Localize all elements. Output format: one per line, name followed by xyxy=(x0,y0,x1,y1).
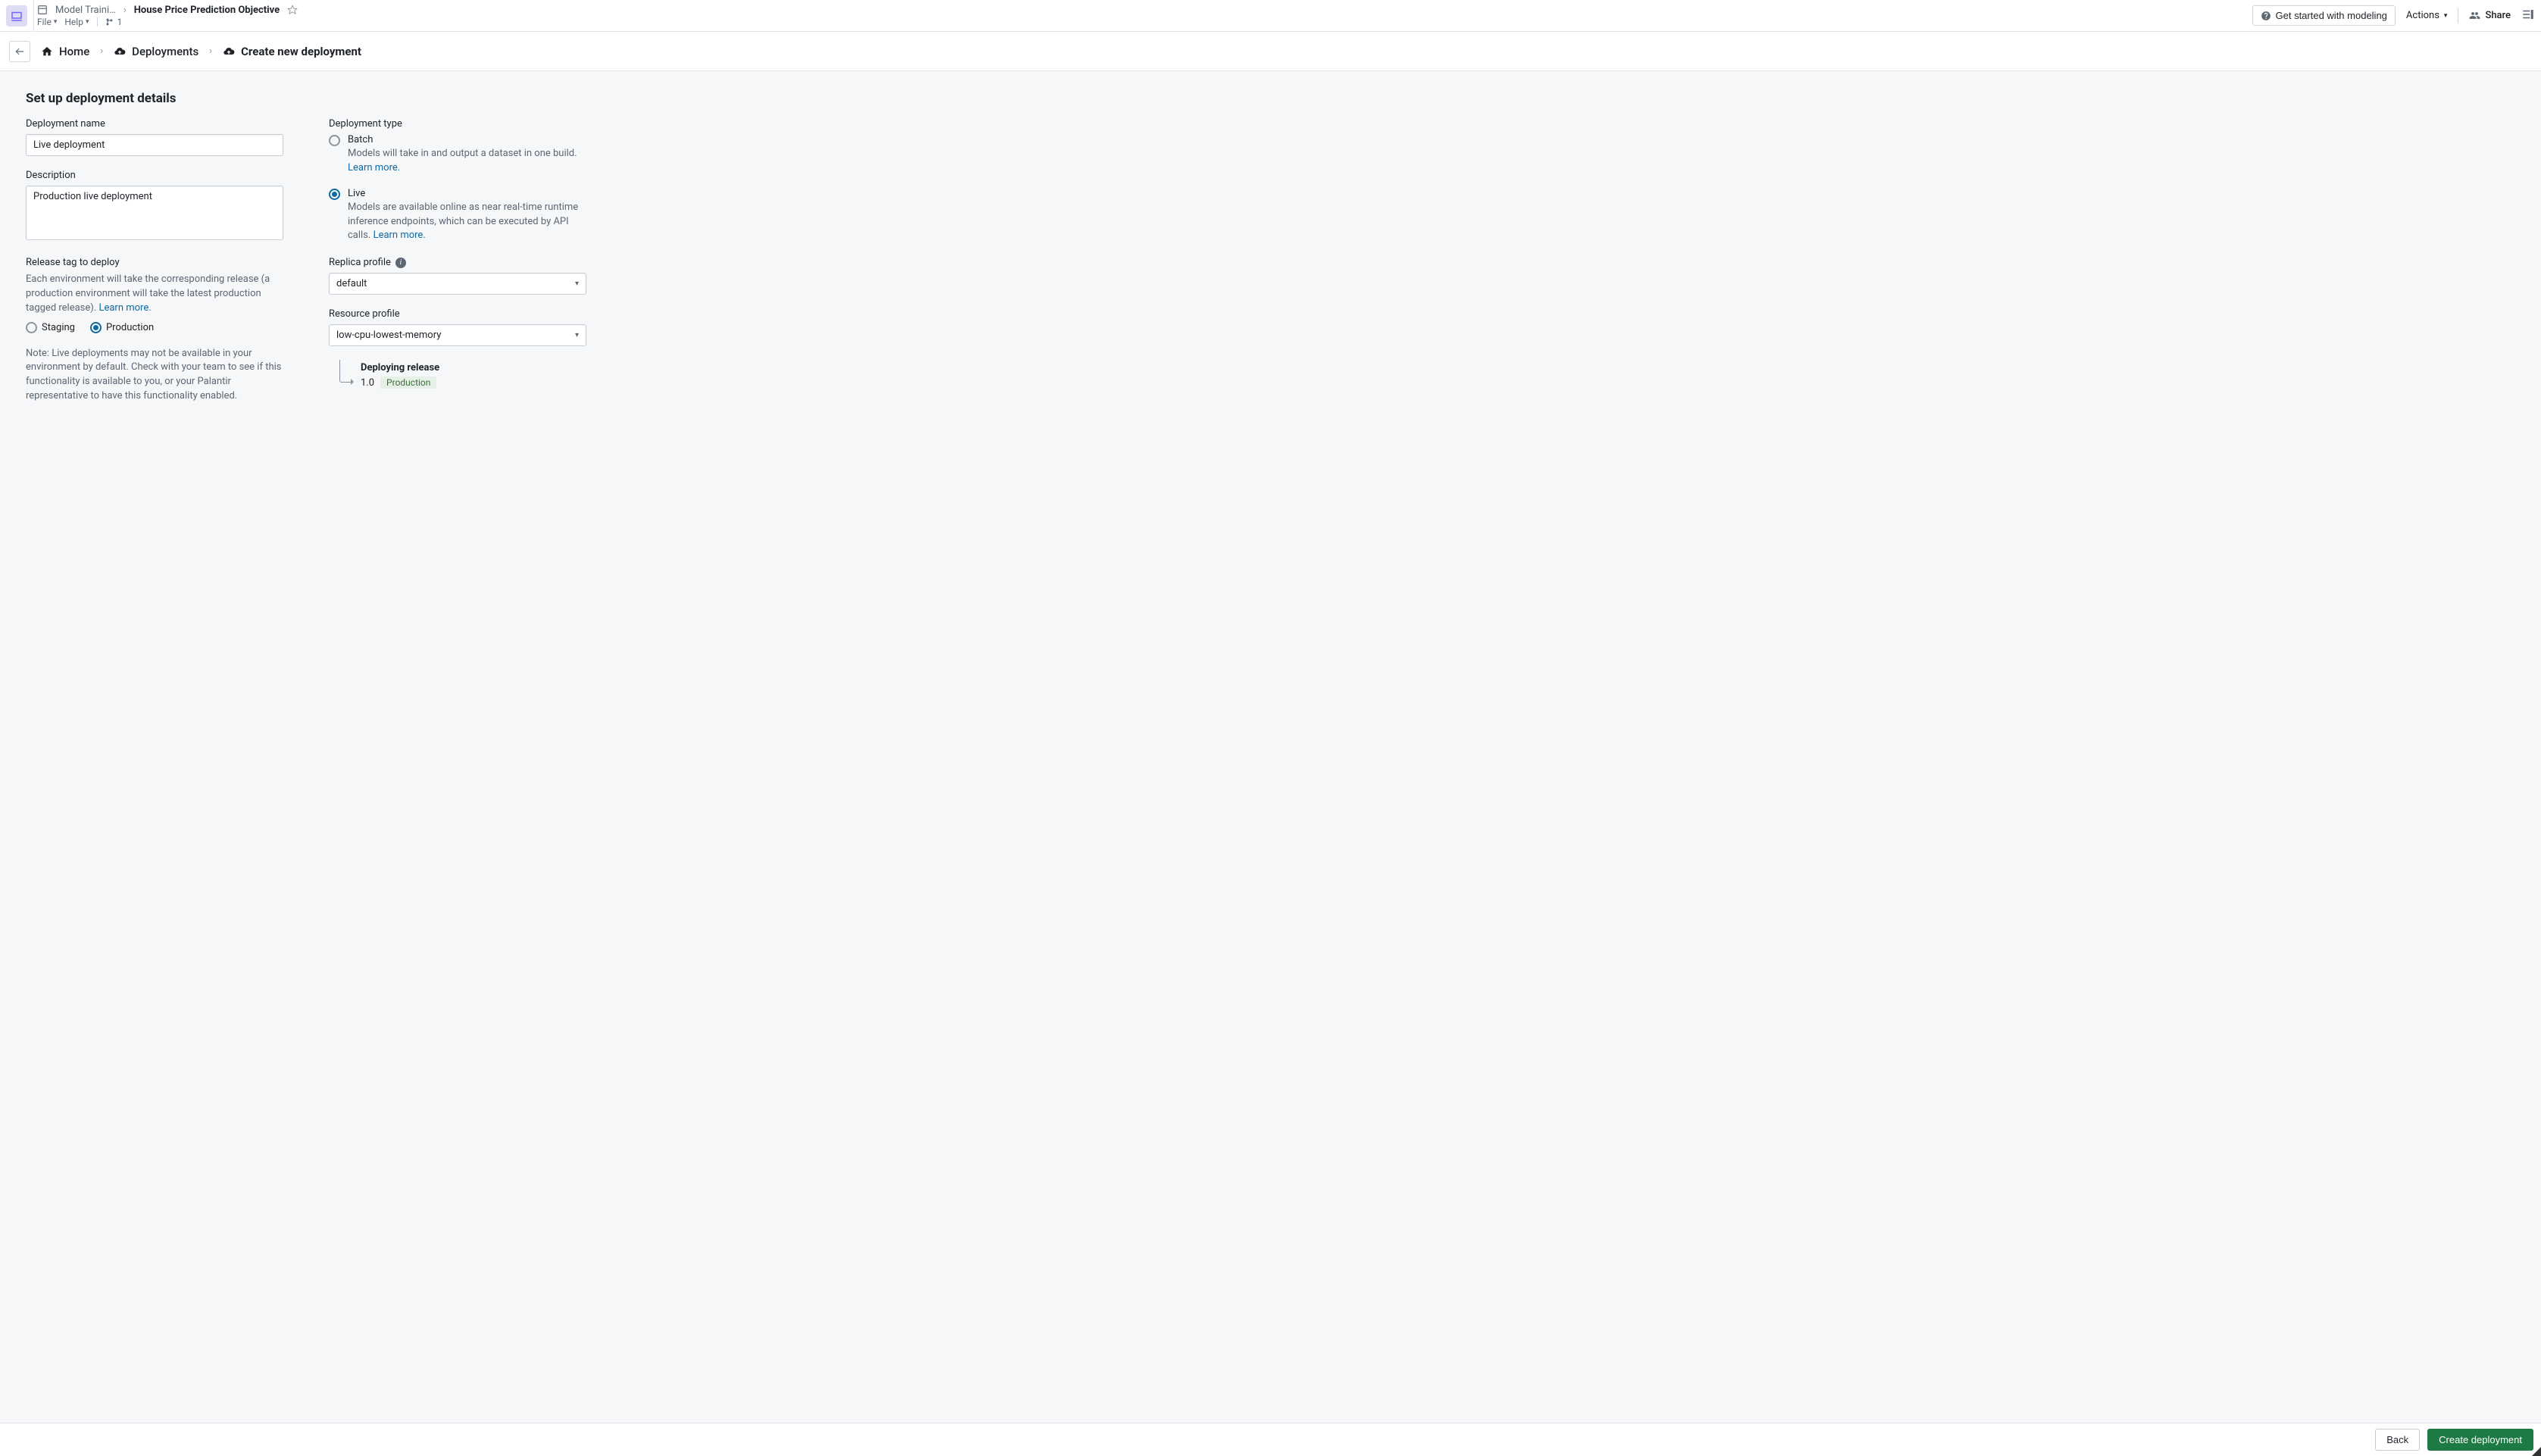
help-circle-icon xyxy=(2261,11,2271,21)
branch-count: 1 xyxy=(117,17,123,27)
project-icon xyxy=(37,5,48,15)
arrow-left-icon xyxy=(14,46,25,57)
replica-profile-select[interactable]: default ▾ xyxy=(329,273,586,295)
deployment-type-batch[interactable]: Batch Models will take in and output a d… xyxy=(329,134,586,176)
title-row: Model Traini… › House Price Prediction O… xyxy=(37,5,298,16)
page-title: House Price Prediction Objective xyxy=(134,5,280,16)
left-column: Deployment name Description Release tag … xyxy=(26,118,283,417)
get-started-button[interactable]: Get started with modeling xyxy=(2252,5,2396,26)
learn-more-link[interactable]: Learn more. xyxy=(98,302,151,314)
app-logo[interactable] xyxy=(6,5,27,27)
header-right: Get started with modeling Actions ▾ Shar… xyxy=(2252,5,2536,26)
panel-toggle-button[interactable] xyxy=(2521,8,2535,24)
caret-down-icon: ▾ xyxy=(2444,12,2448,20)
section-title: Set up deployment details xyxy=(26,91,2515,106)
radio-icon xyxy=(329,189,340,200)
release-tag-label: Release tag to deploy xyxy=(26,257,283,268)
description-label: Description xyxy=(26,170,283,181)
deploying-release-title: Deploying release xyxy=(361,362,439,373)
resource-profile-select[interactable]: low-cpu-lowest-memory ▾ xyxy=(329,324,586,346)
header-left: Model Traini… › House Price Prediction O… xyxy=(33,0,298,31)
replica-profile-label: Replica profile i xyxy=(329,257,586,268)
learn-more-link[interactable]: Learn more. xyxy=(348,162,400,173)
deployment-name-label: Deployment name xyxy=(26,118,283,130)
release-tag-help: Each environment will take the correspon… xyxy=(26,273,283,316)
caret-down-icon: ▾ xyxy=(54,18,58,26)
create-deployment-button[interactable]: Create deployment xyxy=(2427,1429,2533,1451)
deployment-name-input[interactable] xyxy=(26,134,283,156)
chevron-right-icon: › xyxy=(209,45,212,57)
back-button[interactable] xyxy=(9,41,30,62)
file-menu[interactable]: File▾ xyxy=(37,17,57,27)
back-button-footer[interactable]: Back xyxy=(2375,1429,2420,1451)
right-column: Deployment type Batch Models will take i… xyxy=(329,118,586,389)
radio-icon xyxy=(26,322,37,333)
project-name[interactable]: Model Traini… xyxy=(55,5,116,16)
release-version: 1.0 xyxy=(361,377,374,389)
info-icon[interactable]: i xyxy=(395,258,406,268)
star-icon[interactable] xyxy=(287,5,298,15)
top-header: Model Traini… › House Price Prediction O… xyxy=(0,0,2541,32)
home-icon xyxy=(41,45,53,58)
resize-handle-icon[interactable] xyxy=(2532,1447,2541,1456)
actions-dropdown[interactable]: Actions ▾ xyxy=(2406,10,2448,21)
learn-more-link[interactable]: Learn more. xyxy=(373,230,426,241)
breadcrumb-home[interactable]: Home xyxy=(41,45,89,58)
breadcrumb-deployments[interactable]: Deployments xyxy=(114,45,198,58)
menu-row: File▾ Help▾ 1 xyxy=(37,17,298,27)
branch-icon xyxy=(105,17,114,27)
footer: Back Create deployment xyxy=(0,1423,2541,1456)
radio-icon xyxy=(90,322,102,333)
separator xyxy=(97,17,98,27)
caret-down-icon: ▾ xyxy=(86,18,89,26)
share-button[interactable]: Share xyxy=(2469,10,2511,21)
resource-profile-label: Resource profile xyxy=(329,308,586,320)
breadcrumb-bar: Home › Deployments › Create new deployme… xyxy=(0,32,2541,71)
caret-down-icon: ▾ xyxy=(575,331,579,339)
chevron-right-icon: › xyxy=(100,45,103,57)
radio-icon xyxy=(329,135,340,146)
branch-arrow-icon xyxy=(339,360,353,383)
note-text: Note: Live deployments may not be availa… xyxy=(26,347,283,404)
release-tag-production[interactable]: Production xyxy=(90,322,154,333)
branch-indicator[interactable]: 1 xyxy=(105,17,123,27)
deploying-release: Deploying release 1.0 Production xyxy=(329,360,586,389)
description-textarea[interactable] xyxy=(26,186,283,240)
caret-down-icon: ▾ xyxy=(575,280,579,288)
release-tag-badge: Production xyxy=(380,376,436,389)
release-tag-staging[interactable]: Staging xyxy=(26,322,75,333)
breadcrumb-create: Create new deployment xyxy=(223,45,361,58)
chevron-right-icon: › xyxy=(123,5,127,16)
cloud-upload-icon xyxy=(223,45,235,58)
people-icon xyxy=(2469,10,2480,21)
deployment-type-label: Deployment type xyxy=(329,118,586,130)
main-content: Set up deployment details Deployment nam… xyxy=(0,71,2541,1423)
help-menu[interactable]: Help▾ xyxy=(64,17,89,27)
deployment-type-live[interactable]: Live Models are available online as near… xyxy=(329,188,586,244)
cloud-upload-icon xyxy=(114,45,126,58)
